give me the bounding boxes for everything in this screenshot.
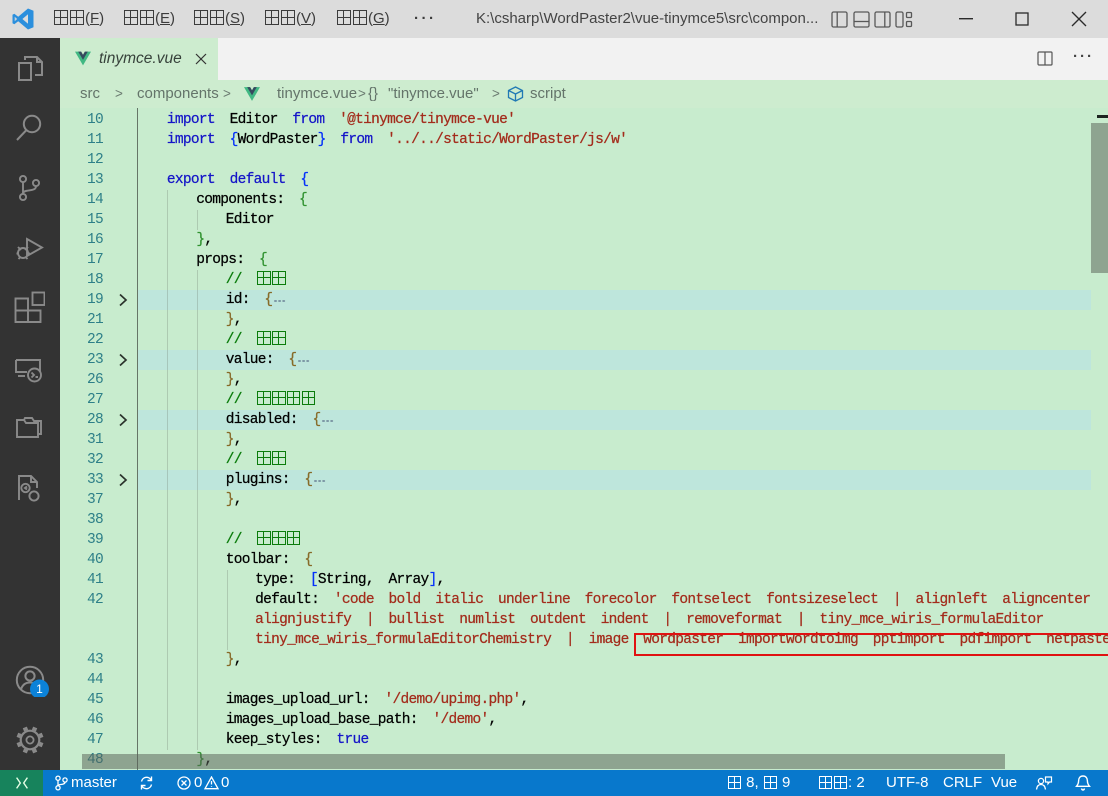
svg-text:1: 1 xyxy=(36,682,43,696)
